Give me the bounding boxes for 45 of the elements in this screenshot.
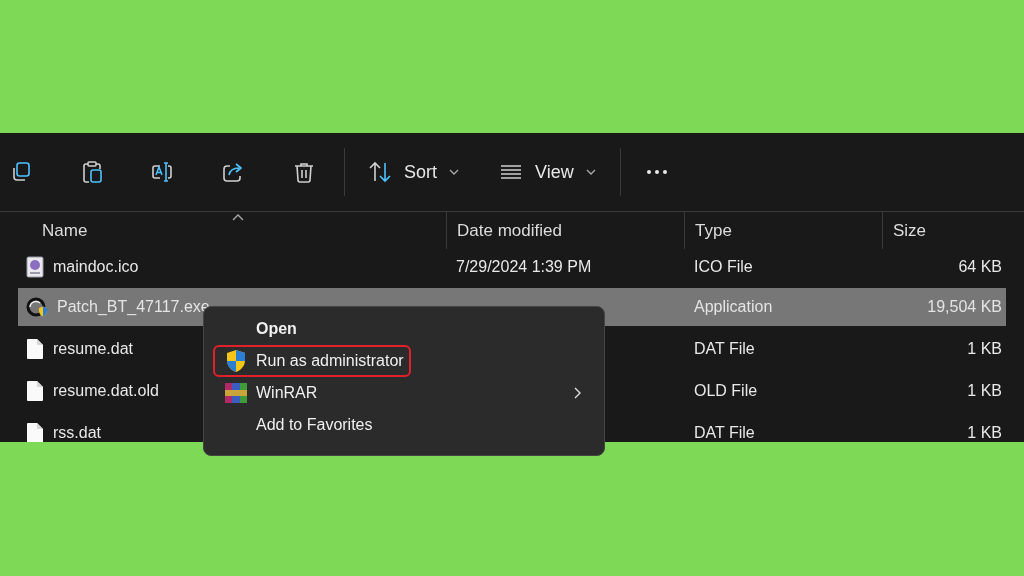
menu-item-label: WinRAR [256,383,318,403]
file-name[interactable]: maindoc.ico [53,254,139,279]
app-icon [26,296,48,318]
delete-icon[interactable] [292,160,316,184]
size-cell: 1 KB [967,424,1002,441]
shield-icon [224,349,247,373]
file-name[interactable]: resume.dat.old [53,379,159,403]
column-header[interactable]: Type [684,212,882,249]
file-name[interactable]: rss.dat [53,421,101,442]
paste-icon[interactable] [80,160,104,184]
menu-item-label: Add to Favorites [256,415,373,435]
size-cell: 64 KB [958,257,1002,275]
type-cell: DAT File [694,340,755,357]
document-icon [26,255,44,278]
type-cell: Application [694,298,773,315]
chevron-down-icon [449,169,459,175]
column-header[interactable]: Size [882,212,1015,249]
type-cell: OLD File [694,382,758,399]
type-cell: DAT File [694,424,755,441]
file-icon [26,338,44,360]
chevron-down-icon [585,169,596,175]
menu-item-label: Run as administrator [256,351,404,371]
menu-item[interactable]: WinRAR [209,377,599,409]
rename-icon[interactable] [150,160,174,184]
share-icon[interactable] [221,160,245,184]
chevron-right-icon [574,387,581,399]
books-icon [223,382,248,404]
size-cell: 1 KB [967,382,1002,399]
menu-item[interactable]: Run as administrator [209,345,599,377]
date-cell: 7/29/2024 1:39 PM [456,257,592,275]
column-header[interactable]: Name [18,212,446,249]
file-icon [26,422,44,442]
sort-icon [368,160,392,184]
sort-caret-icon [232,214,244,221]
size-cell: 1 KB [967,340,1002,357]
size-cell: 19,504 KB [927,298,1002,315]
menu-item[interactable]: Open [209,313,599,345]
menu-item-label: Open [256,319,297,339]
view-button[interactable]: View [499,152,596,192]
file-icon [26,380,44,402]
file-name[interactable]: resume.dat [53,337,134,361]
menu-item[interactable]: Add to Favorites [209,409,599,441]
type-cell: ICO File [694,257,753,275]
sort-button[interactable]: Sort [368,152,459,192]
column-header[interactable]: Date modified [446,212,684,249]
